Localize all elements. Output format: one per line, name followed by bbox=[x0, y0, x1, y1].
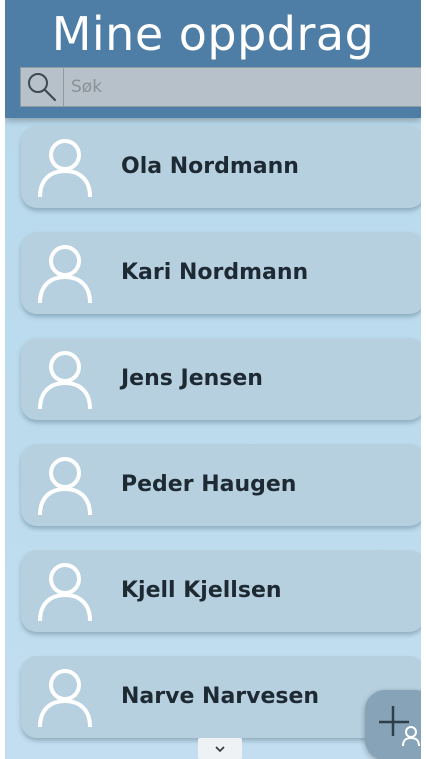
person-icon bbox=[38, 457, 92, 516]
add-contact-button[interactable] bbox=[365, 690, 421, 759]
contact-name: Narve Narvesen bbox=[121, 684, 320, 709]
list-item[interactable]: Peder Haugen bbox=[21, 444, 421, 526]
search-input[interactable] bbox=[65, 68, 420, 106]
list-item[interactable]: Jens Jensen bbox=[21, 338, 421, 420]
person-icon bbox=[38, 563, 92, 622]
list-item[interactable]: Ola Nordmann bbox=[21, 126, 421, 208]
contact-name: Jens Jensen bbox=[121, 366, 263, 391]
list-item[interactable]: Narve Narvesen bbox=[21, 656, 421, 738]
contact-name: Kjell Kjellsen bbox=[121, 578, 282, 603]
header-bar: Mine oppdrag bbox=[5, 0, 421, 118]
person-icon bbox=[38, 351, 92, 410]
chevron-down-icon bbox=[215, 746, 225, 753]
contact-name: Kari Nordmann bbox=[121, 260, 309, 285]
person-icon bbox=[38, 139, 92, 198]
search-bar[interactable] bbox=[20, 67, 421, 107]
contact-name: Ola Nordmann bbox=[121, 154, 299, 179]
list-item[interactable]: Kari Nordmann bbox=[21, 232, 421, 314]
app-screen: Mine oppdrag Ola Nordmann Kari bbox=[5, 0, 421, 759]
add-person-icon bbox=[379, 706, 420, 746]
search-icon[interactable] bbox=[21, 68, 64, 106]
list-item[interactable]: Kjell Kjellsen bbox=[21, 550, 421, 632]
person-icon bbox=[38, 669, 92, 728]
scroll-down-button[interactable] bbox=[198, 738, 242, 759]
page-title: Mine oppdrag bbox=[51, 7, 375, 61]
person-icon bbox=[38, 245, 92, 304]
contact-name: Peder Haugen bbox=[121, 472, 297, 497]
